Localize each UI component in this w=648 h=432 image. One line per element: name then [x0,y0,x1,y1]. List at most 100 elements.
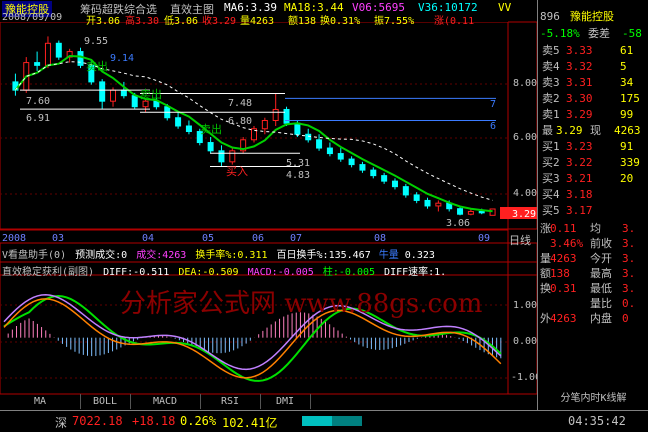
volume-ind-bull: 牛量 [378,250,399,261]
candle-body [44,42,51,66]
candle-body [457,208,464,215]
tab-ma[interactable]: MA [0,394,81,409]
date-axis-03: 03 [52,233,65,244]
sell-vol: 175 [620,92,640,105]
last-trade-row: 最 3.29 现 4263 [538,124,648,138]
stat-c: 前收 [590,237,612,250]
last-vol: 4263 [614,124,641,137]
annot-blue-6: 6 [490,121,497,132]
sell-vol: 5 [620,60,627,73]
date-axis-04: 04 [142,233,155,244]
macd-ind-rate: DIFF速率:1. [384,267,447,278]
stat-d: 3. [622,267,636,280]
sell-price: 3.30 [566,92,593,105]
buy-row: 买2 3.22 339 [538,156,648,170]
macd-indicator-bar: 直效稳定获利(副图) DIFF:-0.511 DEA:-0.509 MACD:-… [2,263,446,278]
stat-c: 均 [590,222,601,235]
last-tag: 现 [590,124,601,137]
status-amount: 102.41亿 [222,416,278,430]
annot-4.83: 4.83 [286,170,311,181]
volume-ind-name[interactable]: V看盘助手 [2,250,48,261]
volume-ind-forecast: 预测成交:0 [75,250,128,261]
stat-b: 0.11 [550,222,577,235]
quote-open: 开3.06 [86,16,121,27]
date-axis-07: 07 [290,233,303,244]
tab-boll[interactable]: BOLL [80,394,131,409]
macd-axis-0: 0.00 [513,336,538,347]
macd-axis-1: 1.00 [513,300,538,311]
annot-6.91: 6.91 [26,113,51,124]
quote-low: 低3.06 [164,16,199,27]
quote-panel-tabs[interactable]: 分笔内时K线解 [538,392,648,406]
macd-ind-macd: MACD:-0.005 [247,267,314,278]
quote-amplitude: 振7.55% [374,16,415,27]
annot-low-3.06: 3.06 [446,218,471,229]
quote-panel-header: 896 豫能控股 [538,10,648,24]
date-axis-06: 06 [252,233,265,244]
buy-price: 3.23 [566,140,593,153]
sell-price: 3.29 [566,108,593,121]
stat-d: 3. [622,252,636,265]
macd-ind-dea: DEA:-0.509 [178,267,239,278]
stat-c: 量比 [590,297,612,310]
sell-label: 卖4 [542,60,560,73]
stat-row: 换 0.31 最低 3. [538,282,648,296]
stat-d: 0 [622,312,629,325]
candle-body [305,133,312,141]
header-vvm: VV [498,1,512,14]
candle-body [131,95,138,108]
buy-vol: 91 [620,140,634,153]
tab-rsi[interactable]: RSI [200,394,261,409]
volume-indicator-bar: V看盘助手(0) 预测成交:0 成交:4263 换手率%:0.311 百日换手%… [2,246,435,261]
quote-code: 896 [540,10,560,23]
candle-body [391,180,398,188]
tab-macd[interactable]: MACD [130,394,201,409]
status-pct: 0.26% [180,414,217,428]
macd-ind-diff: DIFF:-0.511 [103,267,170,278]
buy-label: 买1 [542,140,560,153]
buy-label: 买3 [542,172,560,185]
candle-body [424,199,431,207]
stat-b: 3.46% [550,237,584,250]
buy-price: 3.22 [566,156,593,169]
candle-body [261,119,268,130]
quote-change: 涨(0.11 [434,16,475,27]
chart-area[interactable]: 3.29 [0,0,537,410]
candle-body [120,89,127,97]
annot-6.80: 6.80 [228,116,253,127]
status-change: +18.18 [132,414,176,428]
buy-vol: 339 [620,156,640,169]
sell-label: 卖3 [542,76,560,89]
macd-ind-name[interactable]: 直效稳定获利(副图) [2,267,94,278]
candle-body [435,202,442,207]
candle-body [55,42,62,58]
price-axis-4: 4.00 [513,188,538,199]
stat-b: 138 [550,267,570,280]
stat-row: 3.46% 前收 3. [538,237,648,251]
quote-high: 高3.30 [125,16,160,27]
sell-row: 卖3 3.31 34 [538,76,648,90]
watermark: 分析家公式网 www.88gs.com [120,289,483,319]
candle-body [218,150,225,163]
signal-sell-1: 卖出 [86,60,108,73]
buy-row: 买5 3.17 [538,204,648,218]
quote-amount: 额138 [288,16,317,27]
date-axis-unit[interactable]: 日线 [509,232,531,248]
buy-label: 买4 [542,188,560,201]
buy-row: 买1 3.23 91 [538,140,648,154]
stat-d: 3. [622,282,636,295]
candle-body [283,108,290,124]
date-axis-2008: 2008 [2,233,27,244]
sell-row: 卖1 3.29 99 [538,108,648,122]
candle-body [478,210,485,214]
candle-body [34,62,41,66]
date-axis-05: 05 [202,233,215,244]
volume-ind-hundred: 百日换手%:135.467 [276,250,371,261]
buy-vol: 20 [620,172,634,185]
quote-turnover: 换0.31% [320,16,361,27]
volume-ind-param: (0) [48,250,67,261]
sell-vol: 99 [620,108,634,121]
tab-dmi[interactable]: DMI [260,394,311,409]
date-axis-08: 08 [374,233,387,244]
price-axis-6: 6.00 [513,132,538,143]
